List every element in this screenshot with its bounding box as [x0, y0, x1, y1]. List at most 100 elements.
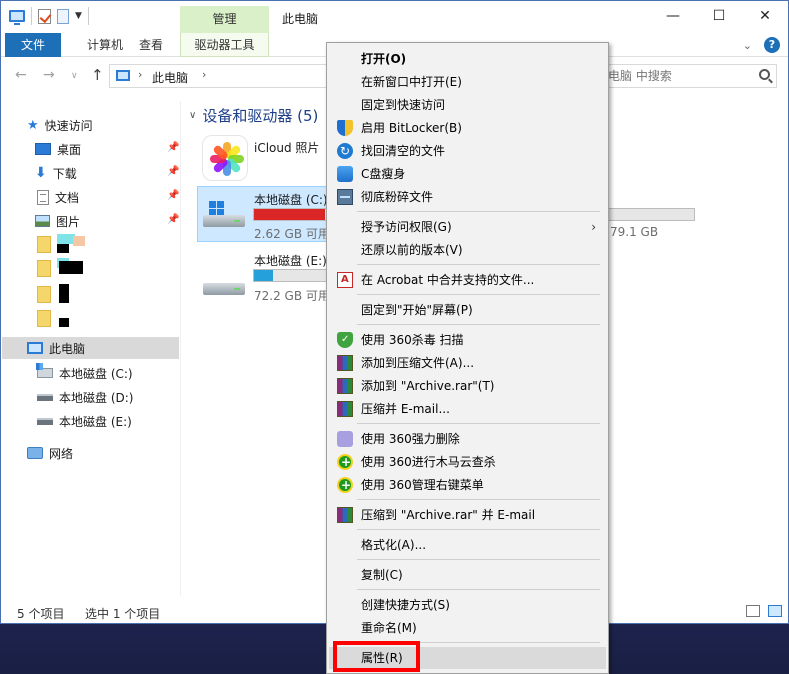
menu-item-360-force-delete[interactable]: 使用 360强力删除 — [329, 428, 606, 450]
back-arrow-icon[interactable]: ← — [15, 67, 27, 83]
drive-e-name[interactable]: 本地磁盘 (E:) — [254, 252, 327, 269]
chevron-down-icon[interactable]: ∨ — [189, 110, 196, 121]
maximize-button[interactable]: ☐ — [696, 1, 742, 32]
menu-item-format[interactable]: 格式化(A)... — [329, 534, 606, 556]
menu-item-pin-quick-access[interactable]: 固定到快速访问 — [329, 94, 606, 116]
redaction — [57, 258, 87, 278]
menu-item-create-shortcut[interactable]: 创建快捷方式(S) — [329, 594, 606, 616]
menu-label: 创建快捷方式(S) — [361, 598, 450, 612]
drive-usage-bar-tail — [609, 208, 695, 221]
nav-label: 文档 — [55, 190, 80, 205]
menu-item-copy[interactable]: 复制(C) — [329, 564, 606, 586]
menu-label: 在 Acrobat 中合并支持的文件... — [361, 273, 535, 287]
nav-item-downloads[interactable]: ⬇ 下载 — [35, 162, 77, 184]
menu-item-acrobat-combine[interactable]: 在 Acrobat 中合并支持的文件... — [329, 269, 606, 291]
system-drive-icon — [203, 201, 245, 229]
minimize-button[interactable]: — — [650, 1, 696, 32]
section-title: 设备和驱动器 (5) — [202, 107, 319, 125]
winrar-icon — [337, 378, 353, 394]
chevron-right-icon: › — [591, 220, 596, 234]
nav-item-documents[interactable]: 文档 — [37, 186, 79, 208]
divider — [31, 7, 32, 25]
search-icon[interactable] — [759, 69, 770, 80]
tab-manage[interactable]: 管理 — [180, 6, 269, 33]
details-view-icon[interactable] — [746, 605, 760, 617]
nav-quick-access[interactable]: ★ 快速访问 — [27, 114, 93, 136]
properties-icon[interactable] — [38, 8, 51, 24]
menu-item-add-archive[interactable]: 添加到压缩文件(A)... — [329, 352, 606, 374]
menu-item-360-manage-menu[interactable]: 使用 360管理右键菜单 — [329, 474, 606, 496]
nav-item-drive-e[interactable]: 本地磁盘 (E:) — [37, 410, 132, 432]
menu-item-360-trojan-scan[interactable]: 使用 360进行木马云查杀 — [329, 451, 606, 473]
menu-item-c-drive-slim[interactable]: C盘瘦身 — [329, 163, 606, 185]
menu-item-compress-rar-email[interactable]: 压缩到 "Archive.rar" 并 E-mail — [329, 504, 606, 526]
menu-item-rename[interactable]: 重命名(M) — [329, 617, 606, 639]
nav-item-network[interactable]: 网络 — [27, 442, 73, 464]
quick-access-toolbar: ▼ — [9, 7, 89, 25]
antivirus-icon — [337, 329, 353, 351]
computer-icon — [116, 70, 130, 81]
menu-item-add-archive-rar[interactable]: 添加到 "Archive.rar"(T) — [329, 375, 606, 397]
menu-label: 还原以前的版本(V) — [361, 243, 463, 257]
forward-arrow-icon[interactable]: → — [43, 67, 55, 83]
tab-drive-tools[interactable]: 驱动器工具 — [180, 33, 269, 57]
menu-label: 在新窗口中打开(E) — [361, 75, 462, 89]
search-box[interactable] — [599, 64, 777, 88]
new-folder-icon[interactable] — [57, 8, 69, 24]
nav-item-drive-d[interactable]: 本地磁盘 (D:) — [37, 386, 133, 408]
redaction — [57, 308, 87, 328]
menu-label: 使用 360管理右键菜单 — [361, 478, 484, 492]
menu-item-open-new-window[interactable]: 在新窗口中打开(E) — [329, 71, 606, 93]
nav-item-pictures[interactable]: 图片 — [35, 210, 80, 232]
item-count: 5 个项目 — [17, 607, 65, 621]
menu-item-bitlocker[interactable]: 启用 BitLocker(B) — [329, 117, 606, 139]
icloud-photos-label[interactable]: iCloud 照片 — [254, 139, 319, 156]
menu-item-shred[interactable]: 彻底粉碎文件 — [329, 186, 606, 208]
menu-item-restore-versions[interactable]: 还原以前的版本(V) — [329, 239, 606, 261]
acrobat-icon — [337, 269, 353, 291]
chevron-right-icon[interactable]: › — [202, 68, 206, 81]
menu-label: C盘瘦身 — [361, 167, 406, 181]
selection-count: 选中 1 个项目 — [85, 607, 161, 621]
menu-item-open[interactable]: 打开(O) — [329, 48, 606, 70]
nav-item-folder-redacted[interactable] — [37, 283, 87, 305]
menu-item-compress-email[interactable]: 压缩并 E-mail... — [329, 398, 606, 420]
window-title: 此电脑 — [282, 12, 319, 26]
menu-label: 彻底粉碎文件 — [361, 190, 434, 204]
menu-item-360-scan[interactable]: 使用 360杀毒 扫描 — [329, 329, 606, 351]
tab-file[interactable]: 文件 — [5, 33, 61, 57]
force-delete-icon — [337, 431, 353, 447]
drive-icon — [203, 269, 245, 297]
menu-label: 压缩到 "Archive.rar" 并 E-mail — [361, 508, 536, 522]
nav-item-folder-redacted[interactable] — [37, 233, 87, 255]
nav-item-folder-redacted[interactable] — [37, 257, 87, 279]
icloud-photos-icon[interactable] — [202, 135, 248, 181]
menu-separator — [357, 589, 600, 590]
nav-item-this-pc[interactable]: 此电脑 — [27, 337, 85, 359]
close-button[interactable]: ✕ — [742, 1, 788, 32]
menu-item-pin-start[interactable]: 固定到"开始"屏幕(P) — [329, 299, 606, 321]
menu-item-recover-files[interactable]: 找回清空的文件 — [329, 140, 606, 162]
menu-item-grant-access[interactable]: 授予访问权限(G) › — [329, 216, 606, 238]
nav-item-drive-c[interactable]: 本地磁盘 (C:) — [36, 362, 133, 384]
large-icons-view-icon[interactable] — [768, 605, 782, 617]
chevron-down-icon[interactable]: ▼ — [75, 11, 82, 21]
breadcrumb-this-pc[interactable]: 此电脑 — [152, 69, 188, 86]
ribbon-right: ⌄ ? — [743, 37, 780, 53]
drive-c-name[interactable]: 本地磁盘 (C:) — [254, 191, 328, 208]
download-icon: ⬇ — [35, 165, 47, 181]
section-header[interactable]: ∨ 设备和驱动器 (5) — [189, 105, 318, 126]
up-arrow-icon[interactable]: ↑ — [91, 66, 104, 84]
menu-label: 格式化(A)... — [361, 538, 427, 552]
help-icon[interactable]: ? — [764, 37, 780, 53]
ribbon-expand-icon[interactable]: ⌄ — [743, 39, 752, 52]
chevron-right-icon[interactable]: › — [138, 68, 142, 81]
context-menu: 打开(O) 在新窗口中打开(E) 固定到快速访问 启用 BitLocker(B)… — [326, 42, 609, 674]
menu-separator — [357, 324, 600, 325]
nav-item-desktop[interactable]: 桌面 — [35, 138, 81, 160]
search-input[interactable] — [608, 66, 758, 86]
tab-view[interactable]: 查看 — [131, 33, 171, 57]
nav-item-folder-redacted[interactable] — [37, 307, 87, 329]
computer-icon — [9, 10, 25, 25]
recent-locations-icon[interactable]: ∨ — [71, 71, 78, 81]
